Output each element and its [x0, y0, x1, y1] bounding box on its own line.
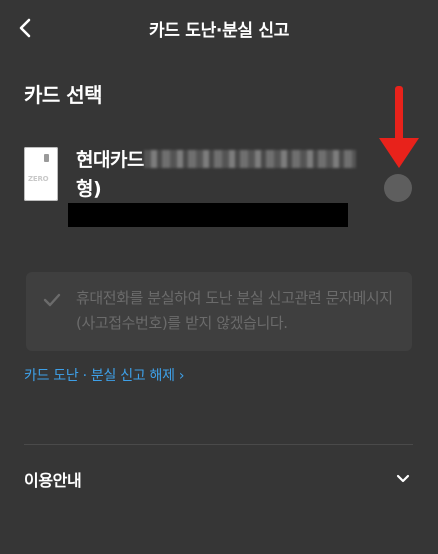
- usage-guide-toggle[interactable]: 이용안내: [24, 460, 413, 496]
- card-image: ZERO: [24, 147, 58, 201]
- card-name-suffix: 형): [76, 178, 102, 200]
- sms-opt-out-checkbox[interactable]: 휴대전화를 분실하여 도난 분실 신고관련 문자메시지(사고접수번호)를 받지 …: [26, 272, 412, 351]
- card-chip: [44, 154, 49, 162]
- redacted-info: [68, 203, 348, 227]
- usage-guide-label: 이용안내: [24, 471, 82, 490]
- card-logo: ZERO: [28, 175, 49, 183]
- cancel-report-link[interactable]: 카드 도난 · 분실 신고 해제 ›: [24, 365, 184, 385]
- card-list-item[interactable]: ZERO 현대카드 형): [24, 144, 414, 234]
- arrow-head: [379, 138, 419, 168]
- chevron-down-icon: [396, 474, 410, 483]
- card-name: 현대카드 형): [76, 146, 376, 204]
- app-header: 카드 도난·분실 신고: [0, 0, 438, 56]
- divider: [24, 444, 413, 445]
- arrow-shaft: [395, 86, 403, 144]
- page-title: 카드 도난·분실 신고: [148, 21, 290, 41]
- section-title: 카드 선택: [24, 83, 103, 107]
- chevron-right-icon: ›: [178, 368, 185, 384]
- check-icon: [43, 293, 61, 307]
- card-name-prefix: 현대카드: [76, 149, 144, 171]
- red-arrow-annotation: [379, 86, 419, 168]
- blurred-card-number: [143, 149, 356, 168]
- cancel-report-label: 카드 도난 · 분실 신고 해제: [24, 368, 175, 384]
- card-select-radio[interactable]: [384, 174, 412, 202]
- sms-opt-out-label: 휴대전화를 분실하여 도난 분실 신고관련 문자메시지(사고접수번호)를 받지 …: [76, 289, 393, 332]
